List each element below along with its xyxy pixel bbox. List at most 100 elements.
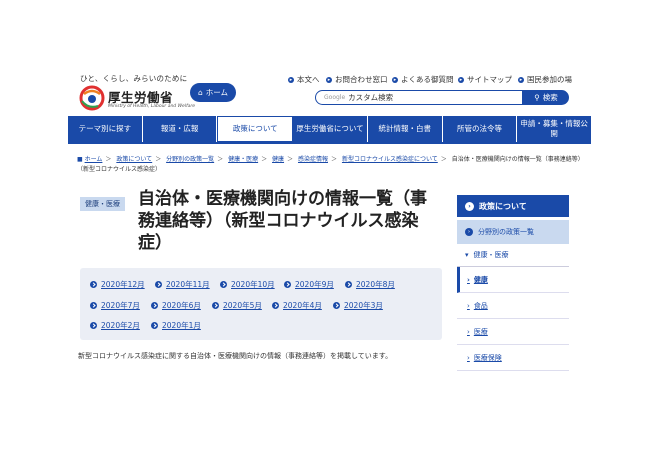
breadcrumb-link[interactable]: 政策について (116, 156, 152, 163)
page-title: 自治体・医療機関向けの情報一覧（事務連絡等）（新型コロナウイルス感染症） (138, 189, 427, 253)
sidebar-item-label: 健康 (473, 275, 488, 284)
util-link-contact[interactable]: ▸ お問合わせ窓口 (326, 74, 388, 85)
sidebar-item-label: 健康・医療 (473, 251, 509, 259)
util-label: サイトマップ (467, 75, 512, 84)
search-input[interactable]: Google カスタム検索 (315, 90, 523, 105)
arrow-icon: ▸ (288, 76, 294, 83)
circle-arrow-icon (272, 302, 279, 309)
sidebar-item-label: 食品 (473, 301, 488, 310)
nav-item-policy[interactable]: 政策について (217, 116, 294, 142)
sidebar-item-health[interactable]: › 健康 (457, 267, 569, 293)
home-icon: ■ (77, 156, 83, 163)
breadcrumb-link[interactable]: 分野別の政策一覧 (166, 156, 214, 163)
chevron-right-icon: › (467, 301, 470, 310)
arrow-icon: ▸ (392, 76, 398, 83)
breadcrumb-link[interactable]: ホーム (85, 156, 103, 163)
month-label: 2020年8月 (356, 280, 395, 289)
circle-arrow-icon (151, 302, 158, 309)
month-link[interactable]: 2020年6月 (151, 300, 201, 311)
sidebar-item-label: 医療 (473, 327, 488, 336)
nav-item-statistics[interactable]: 統計情報・白書 (368, 116, 443, 142)
search-placeholder: カスタム検索 (348, 93, 394, 102)
nav-item-laws[interactable]: 所管の法令等 (443, 116, 518, 142)
nav-item-press[interactable]: 報道・広報 (143, 116, 218, 142)
circle-arrow-icon (155, 281, 162, 288)
month-link[interactable]: 2020年2月 (90, 320, 140, 331)
breadcrumb-link[interactable]: 感染症情報 (298, 156, 328, 163)
util-label: 国民参加の場 (527, 75, 572, 84)
sidebar-item-label: 医療保険 (473, 353, 502, 362)
tagline: ひと、くらし、みらいのために (80, 74, 188, 83)
breadcrumb-link[interactable]: 新型コロナウイルス感染症について (342, 156, 438, 163)
month-label: 2020年11月 (166, 280, 210, 289)
home-button[interactable]: ⌂ ホーム (190, 83, 236, 102)
home-icon: ⌂ (197, 88, 203, 97)
search-button[interactable]: ⚲ 検索 (523, 90, 569, 105)
sidebar-head[interactable]: › 政策について (457, 195, 569, 217)
month-label: 2020年7月 (101, 301, 140, 310)
month-label: 2020年4月 (283, 301, 322, 310)
sidebar-item-food[interactable]: › 食品 (457, 293, 569, 319)
circle-arrow-icon (90, 322, 97, 329)
sidebar-item-policy-list[interactable]: › 分野別の政策一覧 (457, 220, 569, 244)
month-link[interactable]: 2020年11月 (155, 279, 210, 290)
search-icon: ⚲ (534, 93, 540, 102)
chevron-right-icon: › (467, 327, 470, 336)
month-label: 2020年12月 (101, 280, 145, 289)
month-label: 2020年6月 (162, 301, 201, 310)
arrow-icon: ▸ (326, 76, 332, 83)
month-link[interactable]: 2020年12月 (90, 279, 145, 290)
nav-item-about[interactable]: 厚生労働省について (293, 116, 368, 142)
month-link-panel: 2020年12月 2020年11月 2020年10月 2020年9月 2020年… (80, 268, 442, 340)
month-link[interactable]: 2020年1月 (151, 320, 201, 331)
circle-arrow-icon (345, 281, 352, 288)
month-link[interactable]: 2020年3月 (333, 300, 383, 311)
month-link[interactable]: 2020年9月 (284, 279, 334, 290)
chevron-right-icon: › (467, 353, 470, 362)
circle-arrow-icon (90, 302, 97, 309)
util-link-faq[interactable]: ▸ よくある御質問 (392, 74, 454, 85)
sidebar-item-label: 分野別の政策一覧 (478, 228, 534, 236)
month-label: 2020年5月 (223, 301, 262, 310)
circle-arrow-icon (212, 302, 219, 309)
arrow-icon: ▸ (518, 76, 524, 83)
month-label: 2020年2月 (101, 321, 140, 330)
intro-text: 新型コロナウイルス感染症に関する自治体・医療機関向けの情報（事務連絡等）を掲載し… (78, 352, 393, 360)
breadcrumb-link[interactable]: 健康 (272, 156, 284, 163)
month-label: 2020年3月 (344, 301, 383, 310)
month-link[interactable]: 2020年7月 (90, 300, 140, 311)
util-link-main-text[interactable]: ▸ 本文へ (288, 74, 320, 85)
arrow-icon: ▸ (458, 76, 464, 83)
circle-arrow-icon (220, 281, 227, 288)
chevron-right-icon: › (465, 201, 474, 211)
nav-item-themes[interactable]: テーマ別に探す (68, 116, 143, 142)
circle-arrow-icon (333, 302, 340, 309)
circle-arrow-icon (151, 322, 158, 329)
month-label: 2020年10月 (231, 280, 275, 289)
chevron-right-icon: › (467, 275, 470, 284)
util-link-sitemap[interactable]: ▸ サイトマップ (458, 74, 512, 85)
circle-arrow-icon (284, 281, 291, 288)
logo-subtext: Ministry of Health, Labour and Welfare (108, 104, 196, 109)
sidebar-item-health-medical[interactable]: ▾ 健康・医療 (457, 244, 569, 267)
sidebar-item-medical[interactable]: › 医療 (457, 319, 569, 345)
chevron-down-icon: ▾ (465, 251, 469, 259)
global-nav: テーマ別に探す 報道・広報 政策について 厚生労働省について 統計情報・白書 所… (68, 116, 591, 142)
month-label: 2020年1月 (162, 321, 201, 330)
category-badge: 健康・医療 (80, 197, 125, 211)
chevron-right-icon: › (465, 228, 473, 236)
nav-item-applications[interactable]: 申請・募集・情報公開 (517, 116, 591, 142)
util-label: お問合わせ窓口 (335, 75, 388, 84)
month-link[interactable]: 2020年8月 (345, 279, 395, 290)
mhlw-logo-icon[interactable] (78, 84, 106, 112)
util-link-participation[interactable]: ▸ 国民参加の場 (518, 74, 572, 85)
month-link[interactable]: 2020年4月 (272, 300, 322, 311)
sidebar-head-label: 政策について (479, 201, 527, 211)
google-label: Google (324, 94, 346, 101)
month-link[interactable]: 2020年5月 (212, 300, 262, 311)
sidebar-item-medical-insurance[interactable]: › 医療保険 (457, 345, 569, 371)
sidebar: › 政策について › 分野別の政策一覧 ▾ 健康・医療 › 健康 › 食品 › … (457, 195, 569, 371)
month-link[interactable]: 2020年10月 (220, 279, 275, 290)
circle-arrow-icon (90, 281, 97, 288)
breadcrumb-link[interactable]: 健康・医療 (228, 156, 258, 163)
